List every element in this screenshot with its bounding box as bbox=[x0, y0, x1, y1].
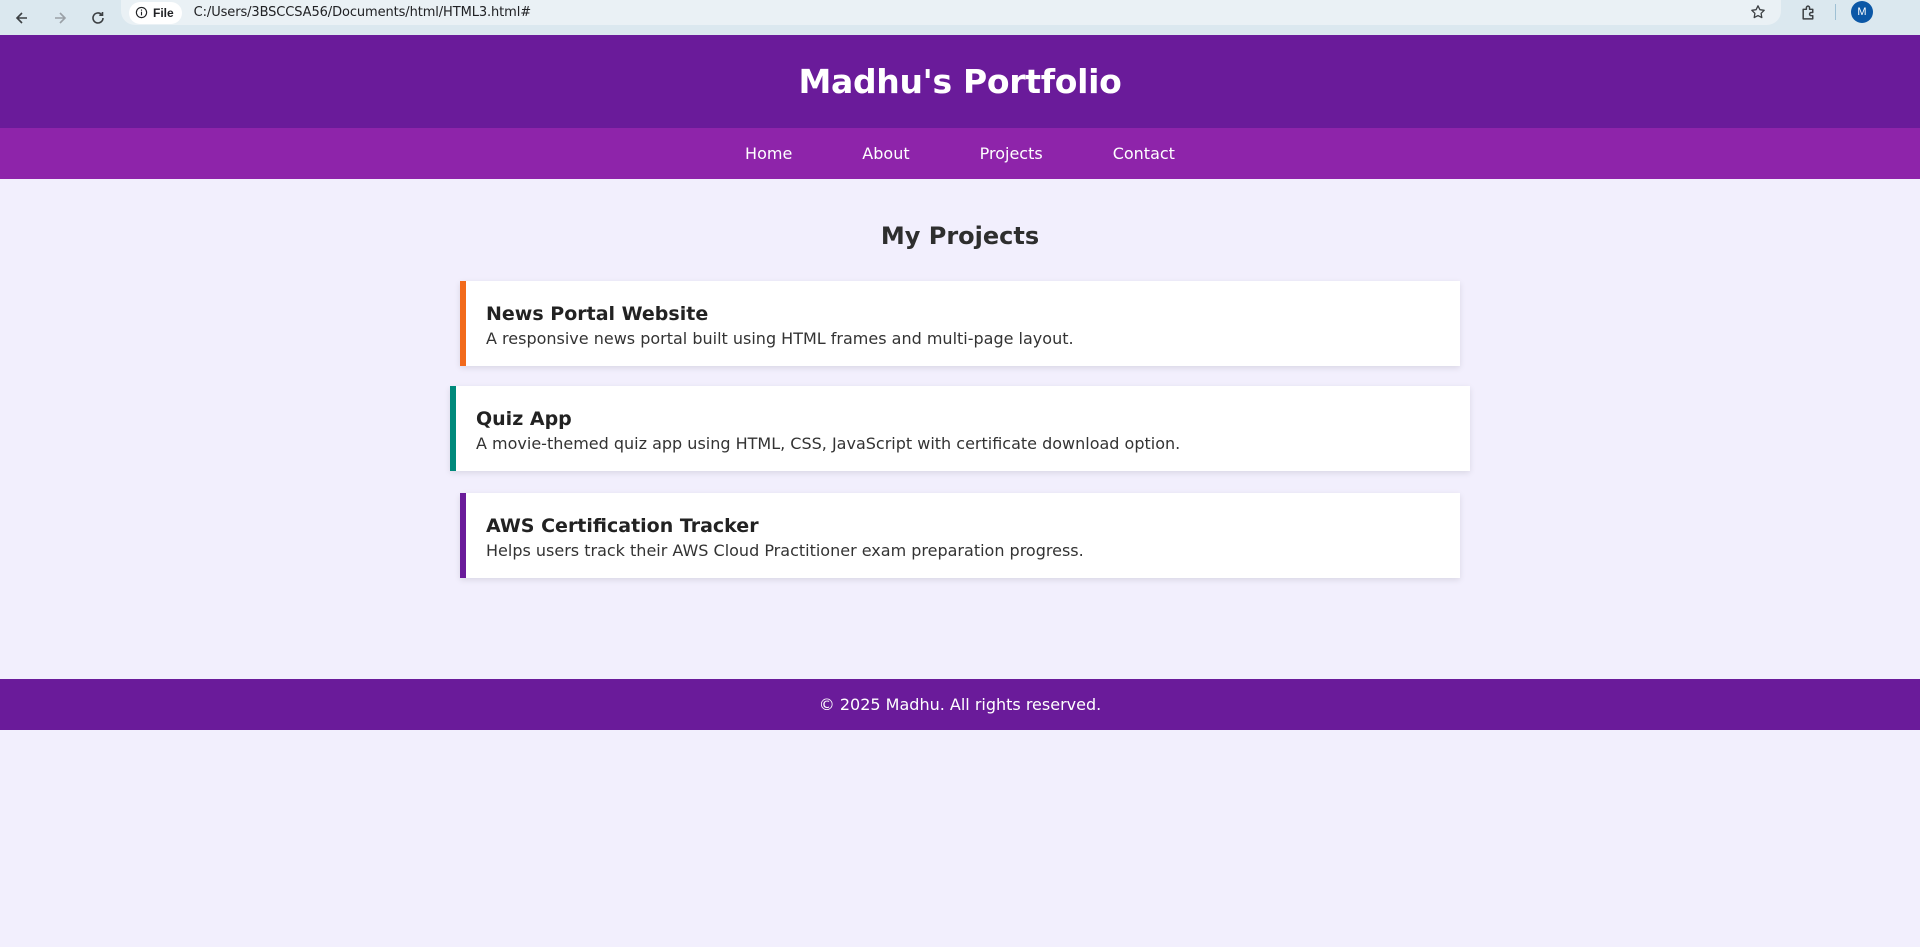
star-icon bbox=[1751, 5, 1765, 19]
site-title: Madhu's Portfolio bbox=[798, 62, 1122, 101]
project-card[interactable]: AWS Certification Tracker Helps users tr… bbox=[460, 493, 1460, 578]
project-description: A movie-themed quiz app using HTML, CSS,… bbox=[476, 434, 1181, 453]
forward-icon bbox=[55, 11, 67, 24]
extensions-icon bbox=[1801, 4, 1813, 20]
project-title: AWS Certification Tracker bbox=[486, 515, 759, 537]
project-description: Helps users track their AWS Cloud Practi… bbox=[486, 541, 1084, 560]
back-icon bbox=[15, 11, 27, 24]
project-description: A responsive news portal built using HTM… bbox=[486, 329, 1074, 348]
nav-link-about[interactable]: About bbox=[862, 144, 909, 163]
back-button[interactable] bbox=[4, 6, 40, 30]
site-footer: © 2025 Madhu. All rights reserved. bbox=[0, 679, 1920, 730]
url-text[interactable]: C:/Users/3BSCCSA56/Documents/html/HTML3.… bbox=[194, 5, 531, 20]
nav-link-contact[interactable]: Contact bbox=[1113, 144, 1175, 163]
browser-toolbar: File C:/Users/3BSCCSA56/Documents/html/H… bbox=[0, 0, 1920, 35]
forward-button[interactable] bbox=[42, 6, 78, 30]
extensions-button[interactable] bbox=[1796, 1, 1820, 23]
project-title: News Portal Website bbox=[486, 303, 709, 325]
site-nav: Home About Projects Contact bbox=[0, 128, 1920, 179]
project-card[interactable]: News Portal Website A responsive news po… bbox=[460, 281, 1460, 366]
project-title: Quiz App bbox=[476, 408, 572, 430]
info-icon bbox=[135, 6, 148, 19]
project-card[interactable]: Quiz App A movie-themed quiz app using H… bbox=[450, 386, 1470, 471]
reload-icon bbox=[92, 11, 104, 24]
address-bar[interactable]: File C:/Users/3BSCCSA56/Documents/html/H… bbox=[121, 0, 1781, 25]
file-chip-label: File bbox=[153, 5, 174, 20]
site-info-chip[interactable]: File bbox=[129, 1, 182, 24]
nav-link-home[interactable]: Home bbox=[745, 144, 792, 163]
profile-avatar[interactable]: M bbox=[1851, 1, 1873, 23]
nav-link-projects[interactable]: Projects bbox=[980, 144, 1043, 163]
bookmark-button[interactable] bbox=[1746, 1, 1770, 23]
toolbar-divider bbox=[1835, 4, 1836, 20]
reload-button[interactable] bbox=[80, 6, 116, 30]
site-header: Madhu's Portfolio bbox=[0, 35, 1920, 128]
section-title: My Projects bbox=[880, 222, 1040, 250]
footer-text: © 2025 Madhu. All rights reserved. bbox=[818, 695, 1102, 714]
